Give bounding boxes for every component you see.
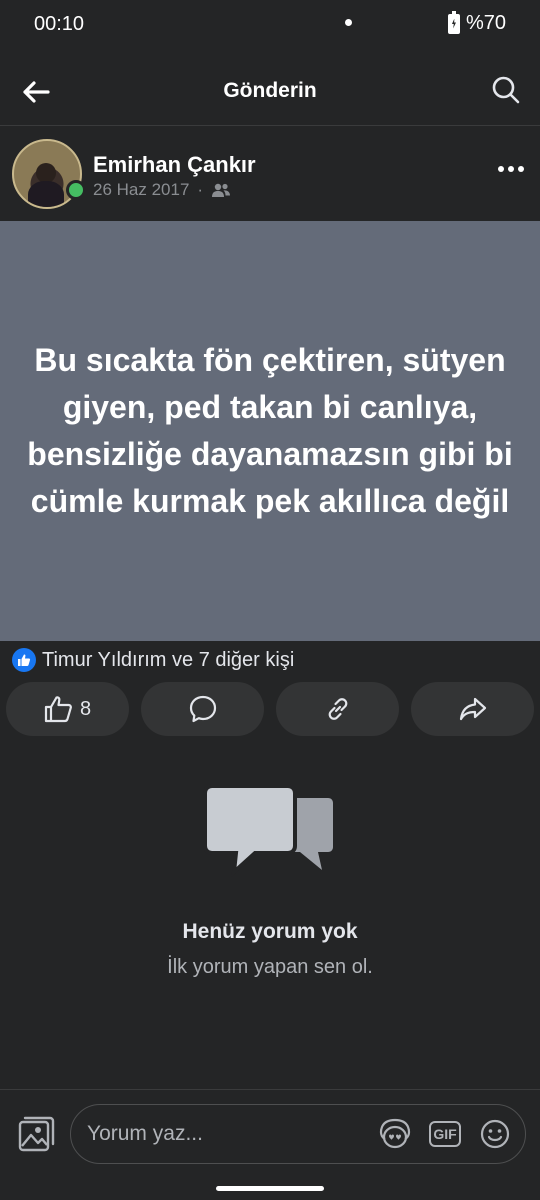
copy-link-button[interactable] [276,682,399,736]
more-dot-icon [508,166,514,172]
gif-icon: GIF [429,1121,461,1147]
status-time: 00:10 [34,12,85,35]
share-arrow-icon [459,697,486,721]
emoji-icon [480,1119,510,1149]
home-indicator[interactable] [216,1186,324,1191]
online-status-icon [66,180,86,200]
comments-bubbles-icon [203,784,333,877]
meta-separator: · [197,180,204,199]
battery-level: %70 [465,12,506,34]
avatar-sticker-button[interactable] [377,1116,413,1152]
photo-icon [18,1116,55,1152]
comment-bar: GIF [0,1089,540,1175]
empty-title: Henüz yorum yok [182,920,358,943]
more-dot-icon [498,166,504,172]
friends-audience-icon [212,183,231,197]
status-right: %70 [447,10,506,35]
status-bar: 00:10 %70 [0,0,540,48]
search-icon [492,76,520,104]
like-reaction-icon [12,648,36,672]
share-button[interactable] [411,682,534,736]
add-photo-button[interactable] [16,1114,56,1154]
like-count: 8 [79,697,92,720]
search-button[interactable] [486,70,526,110]
input-icons: GIF [377,1116,513,1152]
notification-dot-icon [345,19,352,26]
battery-charging-icon [447,10,460,34]
comment-input-wrap: GIF [70,1104,526,1164]
page-title: Gönderin [223,78,317,102]
post-date[interactable]: 26 Haz 2017 [93,180,189,200]
comment-button[interactable] [141,682,264,736]
more-options-button[interactable] [496,154,526,184]
avatar-sticker-icon [379,1118,411,1149]
post-text: Bu sıcakta fön çektiren, sütyen giyen, p… [27,342,513,519]
action-row: 8 [6,682,534,736]
post-header: Emirhan Çankır 26 Haz 2017 · [0,128,540,220]
back-button[interactable] [16,72,56,112]
emoji-button[interactable] [477,1116,513,1152]
link-icon [328,698,347,720]
app-header: Gönderin [0,56,540,126]
comment-input[interactable] [87,1122,377,1146]
reaction-summary[interactable]: Timur Yıldırım ve 7 diğer kişi [12,648,294,672]
post-body: Bu sıcakta fön çektiren, sütyen giyen, p… [0,221,540,641]
reaction-summary-text: Timur Yıldırım ve 7 diğer kişi [42,648,295,671]
arrow-left-icon [23,81,50,103]
gif-button[interactable]: GIF [427,1116,463,1152]
post-meta: 26 Haz 2017 · [93,180,231,200]
empty-subtitle: İlk yorum yapan sen ol. [167,956,373,978]
author-name[interactable]: Emirhan Çankır [93,152,256,178]
screen: 00:10 %70 Gönderin Emirhan Çankır 26 Haz… [0,0,540,1200]
more-dot-icon [518,166,524,172]
like-button[interactable]: 8 [6,682,129,736]
thumbs-up-icon [44,696,72,723]
comment-bubble-icon [189,695,216,723]
